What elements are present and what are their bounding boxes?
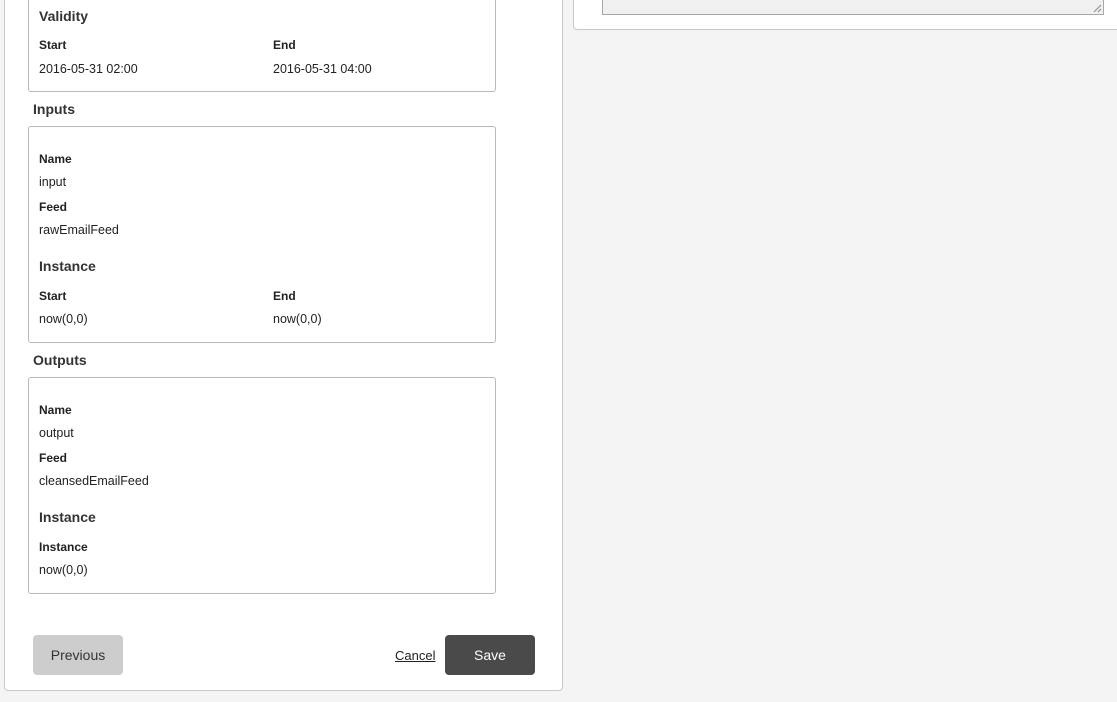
output-instance-label: Instance (39, 540, 88, 554)
validity-start-label: Start (39, 38, 67, 52)
xml-preview-textarea[interactable] (602, 0, 1104, 15)
output-feed-value: cleansedEmailFeed (39, 474, 149, 488)
input-name-value: input (39, 175, 67, 189)
validity-title: Validity (39, 8, 89, 24)
outputs-heading: Outputs (33, 352, 87, 368)
previous-button[interactable]: Previous (33, 635, 123, 675)
input-instance-title: Instance (39, 258, 96, 274)
output-instance-title: Instance (39, 509, 96, 525)
input-instance-end-label: End (273, 289, 296, 303)
process-summary-panel: Validity Start End 2016-05-31 02:00 2016… (4, 0, 563, 691)
resize-handle-icon[interactable] (1092, 3, 1102, 13)
input-instance-end-value: now(0,0) (273, 312, 322, 326)
validity-box: Validity Start End 2016-05-31 02:00 2016… (28, 0, 496, 92)
output-name-value: output (39, 426, 74, 440)
outputs-box: Name output Feed cleansedEmailFeed Insta… (28, 377, 496, 594)
input-instance-start-label: Start (39, 289, 67, 303)
input-instance-start-value: now(0,0) (39, 312, 88, 326)
input-name-label: Name (39, 152, 72, 166)
save-button[interactable]: Save (445, 635, 535, 675)
validity-end-value: 2016-05-31 04:00 (273, 62, 372, 76)
validity-end-label: End (273, 38, 296, 52)
input-feed-value: rawEmailFeed (39, 223, 119, 237)
xml-preview-panel (573, 0, 1117, 30)
inputs-box: Name input Feed rawEmailFeed Instance St… (28, 126, 496, 343)
output-name-label: Name (39, 403, 72, 417)
output-instance-value: now(0,0) (39, 563, 88, 577)
cancel-link[interactable]: Cancel (395, 648, 435, 663)
validity-start-value: 2016-05-31 02:00 (39, 62, 138, 76)
output-feed-label: Feed (39, 451, 68, 465)
input-feed-label: Feed (39, 200, 68, 214)
inputs-heading: Inputs (33, 101, 75, 117)
